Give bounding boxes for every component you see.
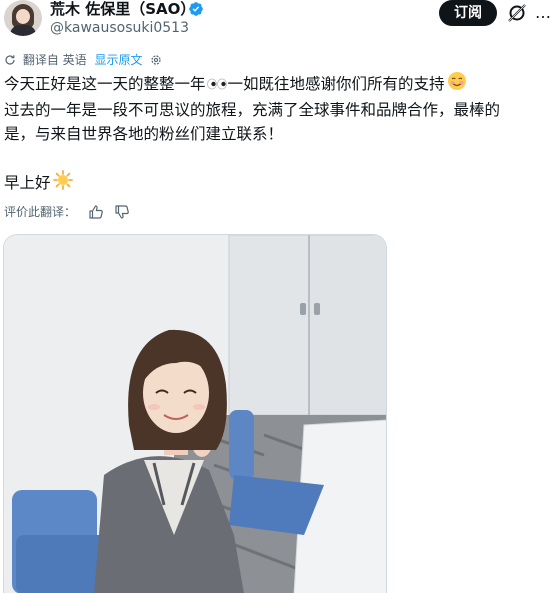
settings-icon[interactable] xyxy=(150,54,162,66)
translation-bar: 翻译自 英语 显示原文 xyxy=(4,50,162,68)
translation-note: 翻译自 英语 xyxy=(22,52,87,67)
tweet-text: 今天正好是这一天的整整一年 一如既往地感谢你们所有的支持 过去的一年是一段不可思议… xyxy=(4,71,544,197)
tweet-line: 过去的一年是一段不可思议的旅程，充满了全球事件和品牌合作，最棒的 xyxy=(4,101,501,119)
translate-icon xyxy=(5,54,15,65)
tweet-line: 今天正好是这一天的整整一年 xyxy=(4,75,206,93)
tweet-header: 荒木 佐保里（SAO） @kawausosuki0513 订阅 … xyxy=(0,0,550,46)
thumbs-down-icon[interactable] xyxy=(114,204,130,220)
smiling-face-emoji xyxy=(447,71,467,98)
tweet-photo[interactable] xyxy=(3,234,387,593)
verified-badge-icon xyxy=(189,2,203,16)
tweet-line: 一如既往地感谢你们所有的支持 xyxy=(227,75,445,93)
subscribe-button[interactable]: 订阅 xyxy=(439,0,497,26)
tweet-line: 早上好 xyxy=(4,174,51,192)
author-handle[interactable]: @kawausosuki0513 xyxy=(50,19,189,37)
eyes-emoji xyxy=(206,73,228,97)
grok-icon[interactable] xyxy=(507,3,527,23)
rate-translation: 评价此翻译： xyxy=(4,201,130,221)
thumbs-up-icon[interactable] xyxy=(88,204,104,220)
more-icon[interactable]: … xyxy=(535,5,550,21)
avatar[interactable] xyxy=(4,0,42,36)
author-name[interactable]: 荒木 佐保里（SAO） xyxy=(50,0,195,18)
rate-label: 评价此翻译： xyxy=(4,204,77,219)
show-original-link[interactable]: 显示原文 xyxy=(94,51,142,69)
tweet-line: 是，与来自世界各地的粉丝们建立联系！ xyxy=(4,125,284,143)
sun-emoji xyxy=(52,170,73,197)
